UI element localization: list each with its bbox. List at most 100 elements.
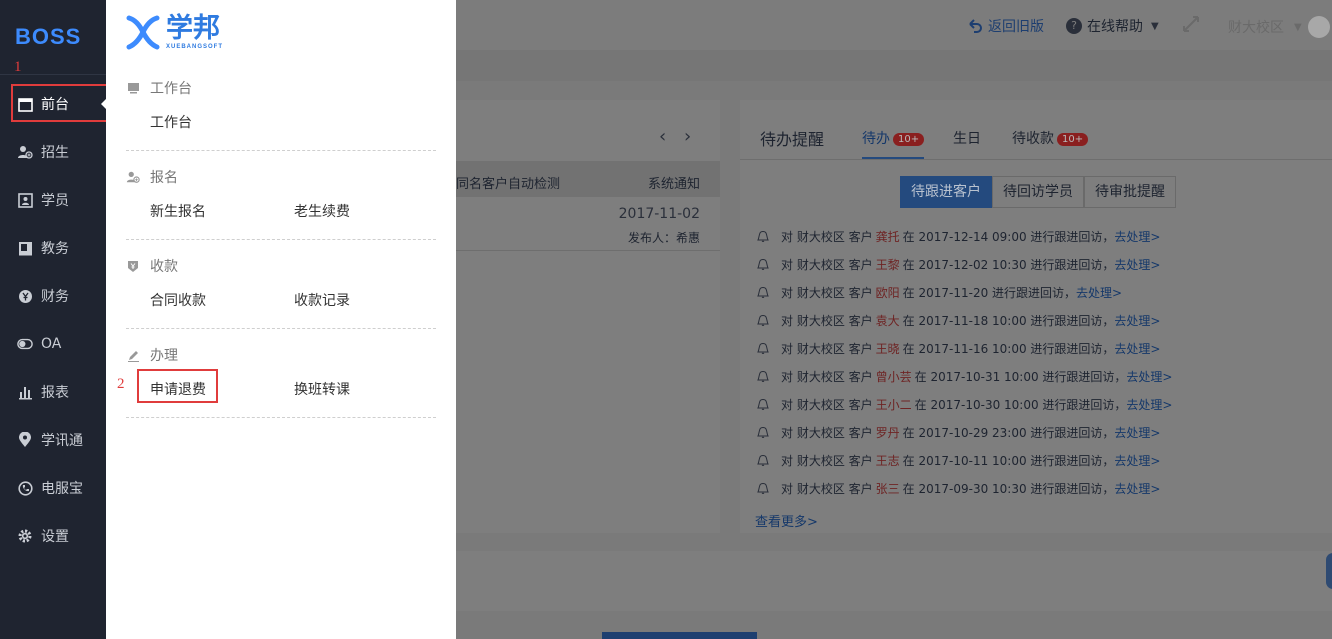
menu-link-renewal[interactable]: 老生续费 <box>294 201 350 221</box>
undo-icon <box>969 19 982 33</box>
pencil-icon <box>126 348 140 362</box>
bell-icon <box>757 287 769 298</box>
sidebar-item-dianfubao[interactable]: 电服宝 <box>0 468 106 508</box>
notice-card: ‹ › 同名客户自动检测 系统通知 2017-11-02 发布人：希惠 <box>456 100 720 533</box>
xuebang-mark-icon <box>126 15 160 50</box>
sidebar: BOSS 1 前台 招生 学员 教务 财务 OA 报表 学讯通 电服宝 设置 <box>0 0 110 639</box>
list-item: 对 财大校区 客户 张三在 2017-09-30 10:30 进行跟进回访， 去处理… <box>755 478 1160 498</box>
phone-icon <box>17 480 33 496</box>
chevron-down-icon: ▼ <box>1294 21 1302 33</box>
prev-arrow-icon[interactable]: ‹ <box>659 126 666 147</box>
list-item: 对 财大校区 客户 曾小芸在 2017-10-31 10:00 进行跟进回访， 去处… <box>755 366 1172 386</box>
sidebar-item-oa[interactable]: OA <box>0 324 106 364</box>
group-title-workbench: 工作台 <box>126 78 192 98</box>
notice-type: 系统通知 <box>647 177 700 192</box>
bell-icon <box>757 455 769 466</box>
next-arrow-icon[interactable]: › <box>684 126 691 147</box>
bell-icon <box>757 343 769 354</box>
bell-icon <box>757 371 769 382</box>
tab-todo[interactable]: 待办 10+ <box>862 128 925 159</box>
annotation-step-1: 1 <box>14 59 22 75</box>
top-bar: 返回旧版 ? 在线帮助 ▼ 财大校区 ▼ <box>456 0 1332 50</box>
user-add-icon <box>126 170 140 184</box>
handle-link[interactable]: 去处理> <box>1114 228 1160 245</box>
segment-revisit-students[interactable]: 待回访学员 <box>992 176 1084 208</box>
list-item: 对 财大校区 客户 袁大在 2017-11-18 10:00 进行跟进回访， 去处理… <box>755 310 1160 330</box>
menu-link-workbench[interactable]: 工作台 <box>150 112 192 132</box>
tab-pending-payment[interactable]: 待收款 10+ <box>1012 128 1089 148</box>
online-help-button[interactable]: ? 在线帮助 ▼ <box>1066 16 1159 36</box>
monitor-icon <box>126 81 140 95</box>
notice-date: 2017-11-02 <box>618 206 700 222</box>
sidebar-item-xuexuntong[interactable]: 学讯通 <box>0 420 106 460</box>
list-item: 对 财大校区 客户 龚托在 2017-12-14 09:00 进行跟进回访， 去处理… <box>755 226 1160 246</box>
menu-link-class-transfer[interactable]: 换班转课 <box>294 379 350 399</box>
list-item: 对 财大校区 客户 王志在 2017-10-11 10:00 进行跟进回访， 去处理… <box>755 450 1160 470</box>
notice-text: 同名客户自动检测 <box>456 177 561 192</box>
bell-icon <box>757 399 769 410</box>
list-item: 对 财大校区 客户 王黎在 2017-12-02 10:30 进行跟进回访， 去处理… <box>755 254 1160 274</box>
group-title-payment: 收款 <box>126 256 178 276</box>
campus-selector[interactable]: 财大校区 ▼ <box>1228 16 1330 38</box>
bell-icon <box>757 483 769 494</box>
handle-link[interactable]: 去处理> <box>1114 424 1160 441</box>
bottom-panel <box>456 551 1332 611</box>
handle-link[interactable]: 去处理> <box>1126 368 1172 385</box>
bell-icon <box>757 231 769 242</box>
highlight-box-step-2 <box>137 369 218 403</box>
handle-link[interactable]: 去处理> <box>1114 340 1160 357</box>
todo-title: 待办提醒 <box>760 130 825 149</box>
segment-pending-approval[interactable]: 待审批提醒 <box>1084 176 1176 208</box>
bar-chart-icon <box>17 384 33 400</box>
highlight-box-step-1 <box>11 84 110 122</box>
view-more-link[interactable]: 查看更多> <box>755 511 818 530</box>
todo-segment-control: 待跟进客户 待回访学员 待审批提醒 <box>900 176 1176 208</box>
floating-side-button[interactable] <box>1326 553 1332 589</box>
group-title-registration: 报名 <box>126 167 178 187</box>
group-title-handling: 办理 <box>126 345 178 365</box>
handle-link[interactable]: 去处理> <box>1114 256 1160 273</box>
yen-shield-icon <box>126 259 140 273</box>
segment-follow-up-customers[interactable]: 待跟进客户 <box>900 176 992 208</box>
annotation-step-2: 2 <box>117 376 125 392</box>
front-desk-flyout-menu: 学邦 XUEBANGSOFT 工作台 工作台 报名 新生报名 老生续费 收款 合… <box>106 0 456 639</box>
id-card-icon <box>17 192 33 208</box>
sidebar-item-academic[interactable]: 教务 <box>0 228 106 268</box>
yen-icon <box>17 288 33 304</box>
bell-icon <box>757 427 769 438</box>
tab-birthday[interactable]: 生日 <box>953 128 981 148</box>
fullscreen-button[interactable] <box>1181 14 1201 34</box>
brand-logo: BOSS <box>15 24 82 49</box>
expand-icon <box>1183 16 1199 32</box>
handle-link[interactable]: 去处理> <box>1114 312 1160 329</box>
list-item: 对 财大校区 客户 王小二在 2017-10-30 10:00 进行跟进回访， 去处… <box>755 394 1172 414</box>
breadcrumb-strip <box>456 50 1332 81</box>
xuebang-logo: 学邦 XUEBANGSOFT <box>126 14 223 50</box>
list-item: 对 财大校区 客户 罗丹在 2017-10-29 23:00 进行跟进回访， 去处理… <box>755 422 1160 442</box>
avatar[interactable] <box>1307 16 1330 38</box>
book-icon <box>17 240 33 256</box>
list-item: 对 财大校区 客户 王晓在 2017-11-16 10:00 进行跟进回访， 去处理… <box>755 338 1160 358</box>
sidebar-item-students[interactable]: 学员 <box>0 180 106 220</box>
handle-link[interactable]: 去处理> <box>1114 480 1160 497</box>
menu-link-payment-records[interactable]: 收款记录 <box>294 290 350 310</box>
help-icon: ? <box>1066 18 1082 34</box>
menu-link-new-registration[interactable]: 新生报名 <box>150 201 206 221</box>
sidebar-item-finance[interactable]: 财务 <box>0 276 106 316</box>
sidebar-item-settings[interactable]: 设置 <box>0 516 106 556</box>
location-icon <box>17 432 33 448</box>
handle-link[interactable]: 去处理> <box>1076 284 1122 301</box>
handle-link[interactable]: 去处理> <box>1114 452 1160 469</box>
handle-link[interactable]: 去处理> <box>1126 396 1172 413</box>
bottom-tab-indicator <box>602 632 757 639</box>
back-to-old-version-button[interactable]: 返回旧版 <box>966 16 1044 36</box>
sidebar-item-reports[interactable]: 报表 <box>0 372 106 412</box>
sidebar-item-enrollment[interactable]: 招生 <box>0 132 106 172</box>
gear-icon <box>17 528 33 544</box>
menu-link-contract-payment[interactable]: 合同收款 <box>150 290 206 310</box>
user-add-icon <box>17 144 33 160</box>
list-item: 对 财大校区 客户 欧阳在 2017-11-20 进行跟进回访， 去处理> <box>755 282 1122 302</box>
notice-publisher: 发布人：希惠 <box>627 231 700 245</box>
chevron-down-icon: ▼ <box>1151 20 1159 32</box>
bell-icon <box>757 259 769 270</box>
